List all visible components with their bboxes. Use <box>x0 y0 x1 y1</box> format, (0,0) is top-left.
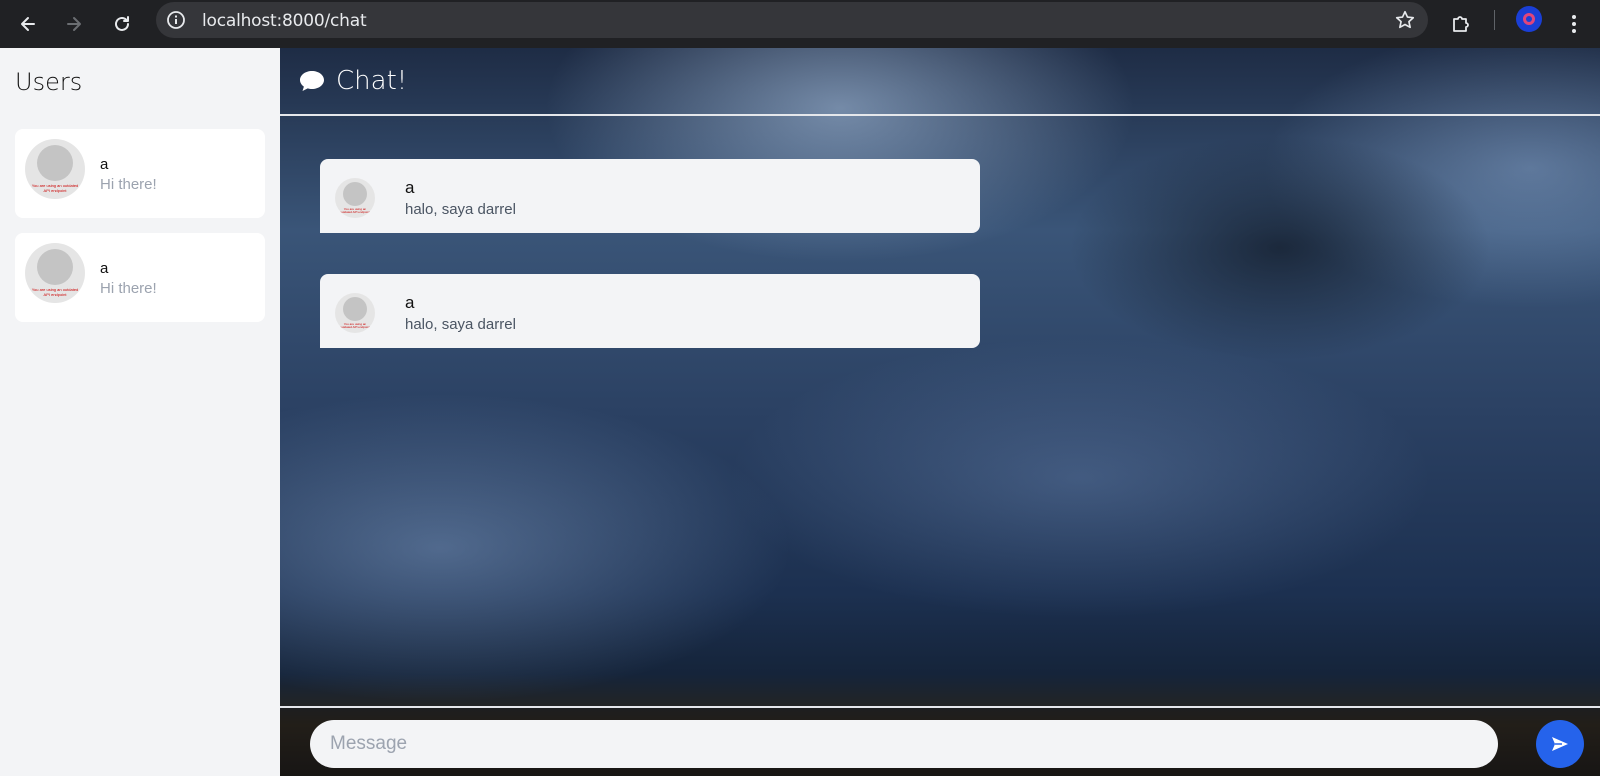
info-icon[interactable] <box>166 10 186 30</box>
avatar-placeholder-icon <box>343 182 367 206</box>
message-composer <box>280 706 1600 776</box>
avatar: You are using an outdated API endpoint <box>25 139 85 199</box>
message-text: halo, saya darrel <box>405 201 516 218</box>
arrow-right-icon <box>67 17 81 31</box>
user-name: a <box>100 156 109 173</box>
reload-button[interactable] <box>104 6 140 42</box>
arrow-left-icon <box>21 17 35 31</box>
chat-title: Chat! <box>336 66 408 96</box>
user-list-item[interactable]: You are using an outdated API endpoint a… <box>15 233 265 322</box>
message-sender: a <box>405 178 415 197</box>
extensions-button[interactable] <box>1443 6 1479 42</box>
browser-toolbar: localhost:8000/chat <box>0 0 1600 48</box>
avatar-placeholder-icon <box>37 145 73 181</box>
address-bar[interactable]: localhost:8000/chat <box>156 2 1428 38</box>
toolbar-divider <box>1494 10 1495 30</box>
url-text[interactable]: localhost:8000/chat <box>202 11 367 31</box>
chat-message: You are using an outdated API endpoint a… <box>320 159 980 233</box>
send-icon <box>1552 737 1568 751</box>
browser-menu-button[interactable] <box>1556 6 1592 42</box>
message-text: halo, saya darrel <box>405 316 516 333</box>
avatar: You are using an outdated API endpoint <box>25 243 85 303</box>
forward-button[interactable] <box>56 6 92 42</box>
user-list-item[interactable]: You are using an outdated API endpoint a… <box>15 129 265 218</box>
chat-panel: Chat! You are using an outdated API endp… <box>280 48 1600 776</box>
avatar-note: You are using an outdated API endpoint <box>31 183 79 193</box>
users-sidebar: Users You are using an outdated API endp… <box>0 48 280 776</box>
user-last-message: Hi there! <box>100 176 157 193</box>
reload-icon <box>115 16 129 31</box>
avatar-note: You are using an outdated API endpoint <box>31 287 79 297</box>
profile-icon <box>1523 13 1535 25</box>
star-icon[interactable] <box>1394 9 1416 31</box>
back-button[interactable] <box>10 6 46 42</box>
avatar-note: You are using an outdated API endpoint <box>340 322 370 329</box>
puzzle-icon <box>1453 16 1469 32</box>
avatar-note: You are using an outdated API endpoint <box>340 207 370 214</box>
speech-bubble-icon <box>300 71 324 91</box>
avatar-placeholder-icon <box>37 249 73 285</box>
send-button[interactable] <box>1536 720 1584 768</box>
avatar-placeholder-icon <box>343 297 367 321</box>
avatar: You are using an outdated API endpoint <box>335 293 375 333</box>
profile-avatar[interactable] <box>1516 6 1542 32</box>
kebab-menu-icon <box>1572 15 1576 33</box>
user-name: a <box>100 260 109 277</box>
sidebar-title: Users <box>15 68 83 96</box>
user-last-message: Hi there! <box>100 280 157 297</box>
avatar: You are using an outdated API endpoint <box>335 178 375 218</box>
chat-message: You are using an outdated API endpoint a… <box>320 274 980 348</box>
message-input[interactable] <box>310 720 1498 768</box>
message-sender: a <box>405 293 415 312</box>
chat-header: Chat! <box>280 48 1600 116</box>
